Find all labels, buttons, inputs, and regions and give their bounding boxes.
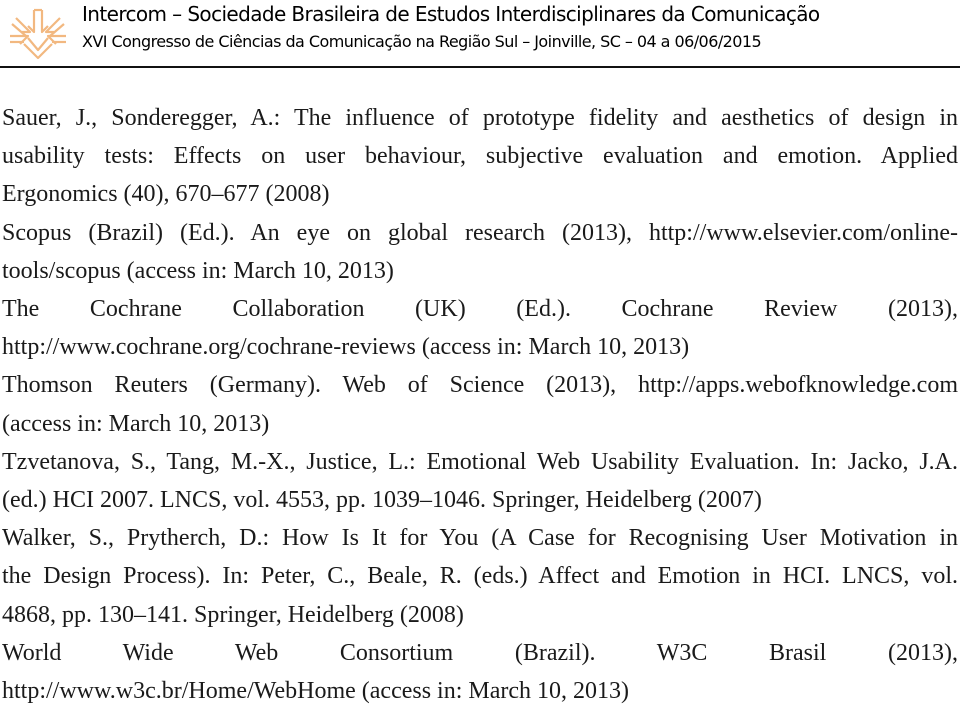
reference-line: Ergonomics (40), 670–677 (2008) xyxy=(2,181,330,208)
reference-cochrane: The Cochrane Collaboration (UK) (Ed.). C… xyxy=(2,290,958,366)
header-divider xyxy=(0,66,960,68)
references-list: Sauer, J., Sonderegger, A.: The influenc… xyxy=(2,99,958,710)
reference-line: Scopus (Brazil) (Ed.). An eye on global … xyxy=(2,219,958,246)
reference-line: http://www.w3c.br/Home/WebHome (access i… xyxy=(2,678,630,705)
reference-line: Tzvetanova, S., Tang, M.-X., Justice, L.… xyxy=(2,448,958,475)
reference-line: 4868, pp. 130–141. Springer, Heidelberg … xyxy=(2,601,464,628)
reference-w3c: World Wide Web Consortium (Brazil). W3C … xyxy=(2,634,958,710)
intercom-logo-icon xyxy=(10,8,66,60)
reference-walker: Walker, S., Prytherch, D.: How Is It for… xyxy=(2,519,958,634)
header-title: Intercom – Sociedade Brasileira de Estud… xyxy=(82,2,820,26)
page-header: Intercom – Sociedade Brasileira de Estud… xyxy=(0,0,960,70)
reference-scopus: Scopus (Brazil) (Ed.). An eye on global … xyxy=(2,214,958,290)
reference-line: tools/scopus (access in: March 10, 2013) xyxy=(2,257,394,284)
reference-line: the Design Process). In: Peter, C., Beal… xyxy=(2,563,958,590)
reference-line: (ed.) HCI 2007. LNCS, vol. 4553, pp. 103… xyxy=(2,487,762,514)
reference-line: Walker, S., Prytherch, D.: How Is It for… xyxy=(2,525,958,552)
reference-tzvetanova: Tzvetanova, S., Tang, M.-X., Justice, L.… xyxy=(2,443,958,519)
reference-line: http://www.cochrane.org/cochrane-reviews… xyxy=(2,334,690,361)
reference-line: (access in: March 10, 2013) xyxy=(2,410,270,437)
reference-sauer: Sauer, J., Sonderegger, A.: The influenc… xyxy=(2,99,958,214)
header-subtitle: XVI Congresso de Ciências da Comunicação… xyxy=(82,32,762,51)
reference-line: usability tests: Effects on user behavio… xyxy=(2,143,958,170)
reference-line: The Cochrane Collaboration (UK) (Ed.). C… xyxy=(2,296,958,323)
reference-line: Thomson Reuters (Germany). Web of Scienc… xyxy=(2,372,958,399)
reference-line: World Wide Web Consortium (Brazil). W3C … xyxy=(2,639,958,666)
reference-line: Sauer, J., Sonderegger, A.: The influenc… xyxy=(2,105,958,131)
reference-thomson-reuters: Thomson Reuters (Germany). Web of Scienc… xyxy=(2,366,958,442)
